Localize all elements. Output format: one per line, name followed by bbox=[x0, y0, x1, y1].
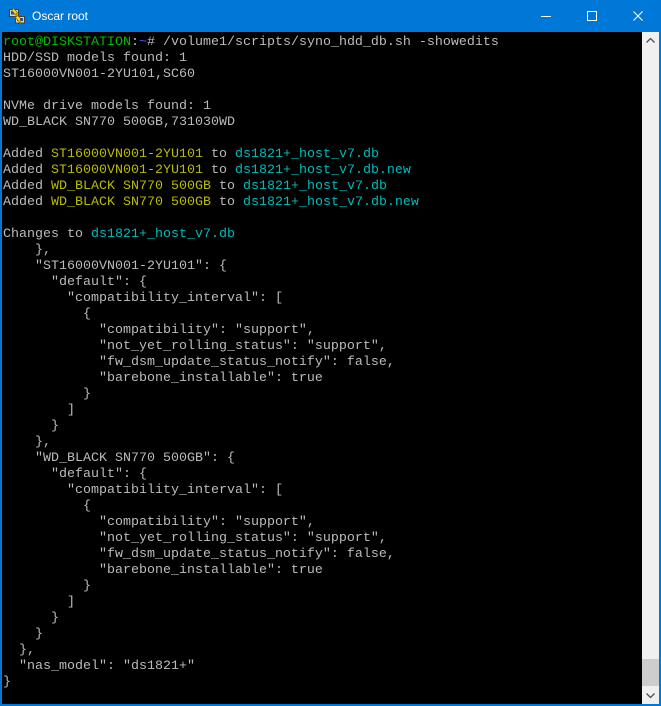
terminal-line: "barebone_installable": true bbox=[3, 563, 642, 579]
terminal-line: Changes to ds1821+_host_v7.db bbox=[3, 227, 642, 243]
terminal-line: "barebone_installable": true bbox=[3, 371, 642, 387]
terminal-line: { bbox=[3, 307, 642, 323]
terminal-output[interactable]: root@DISKSTATION:~# /volume1/scripts/syn… bbox=[2, 32, 642, 704]
maximize-icon bbox=[587, 11, 597, 21]
putty-window: Oscar root root@DISKSTATION:~# /volume1 bbox=[0, 0, 661, 706]
terminal-line: } bbox=[3, 579, 642, 595]
terminal-line: "compatibility": "support", bbox=[3, 323, 642, 339]
terminal-line: Added ST16000VN001-2YU101 to ds1821+_hos… bbox=[3, 147, 642, 163]
terminal-line: "fw_dsm_update_status_notify": false, bbox=[3, 355, 642, 371]
terminal-line: "not_yet_rolling_status": "support", bbox=[3, 339, 642, 355]
minimize-button[interactable] bbox=[523, 0, 569, 32]
close-button[interactable] bbox=[615, 0, 661, 32]
terminal-line: NVMe drive models found: 1 bbox=[3, 99, 642, 115]
maximize-button[interactable] bbox=[569, 0, 615, 32]
putty-app-icon bbox=[9, 8, 25, 24]
terminal-line: root@DISKSTATION:~# /volume1/scripts/syn… bbox=[3, 35, 642, 51]
scrollbar[interactable] bbox=[642, 32, 659, 704]
terminal-line: "ST16000VN001-2YU101": { bbox=[3, 259, 642, 275]
terminal-line: }, bbox=[3, 243, 642, 259]
terminal-line: }, bbox=[3, 643, 642, 659]
terminal-line: "fw_dsm_update_status_notify": false, bbox=[3, 547, 642, 563]
scrollbar-thumb[interactable] bbox=[642, 659, 659, 686]
terminal-line bbox=[3, 211, 642, 227]
terminal-line: "WD_BLACK SN770 500GB": { bbox=[3, 451, 642, 467]
titlebar[interactable]: Oscar root bbox=[0, 0, 661, 32]
terminal-line: "nas_model": "ds1821+" bbox=[3, 659, 642, 675]
terminal-line: "not_yet_rolling_status": "support", bbox=[3, 531, 642, 547]
terminal-line: "default": { bbox=[3, 467, 642, 483]
terminal-line: "compatibility_interval": [ bbox=[3, 291, 642, 307]
close-icon bbox=[633, 11, 643, 21]
terminal-line: ] bbox=[3, 595, 642, 611]
terminal-line: { bbox=[3, 499, 642, 515]
scroll-up-button[interactable] bbox=[642, 32, 659, 49]
minimize-icon bbox=[541, 11, 551, 21]
terminal-line bbox=[3, 83, 642, 99]
window-controls bbox=[523, 0, 661, 32]
terminal-line: } bbox=[3, 675, 642, 691]
terminal-line: } bbox=[3, 627, 642, 643]
terminal-line: ] bbox=[3, 403, 642, 419]
terminal-line: } bbox=[3, 419, 642, 435]
terminal-line: Added ST16000VN001-2YU101 to ds1821+_hos… bbox=[3, 163, 642, 179]
chevron-up-icon bbox=[646, 38, 655, 43]
terminal-line bbox=[3, 131, 642, 147]
terminal-line: } bbox=[3, 611, 642, 627]
terminal-line: "compatibility_interval": [ bbox=[3, 483, 642, 499]
terminal-line: ST16000VN001-2YU101,SC60 bbox=[3, 67, 642, 83]
terminal-line: } bbox=[3, 387, 642, 403]
terminal-line: WD_BLACK SN770 500GB,731030WD bbox=[3, 115, 642, 131]
terminal-line: "default": { bbox=[3, 275, 642, 291]
chevron-down-icon bbox=[646, 693, 655, 698]
terminal-line: Added WD_BLACK SN770 500GB to ds1821+_ho… bbox=[3, 195, 642, 211]
terminal-line: }, bbox=[3, 435, 642, 451]
window-body: root@DISKSTATION:~# /volume1/scripts/syn… bbox=[0, 32, 661, 706]
terminal-line: "compatibility": "support", bbox=[3, 515, 642, 531]
terminal-line: HDD/SSD models found: 1 bbox=[3, 51, 642, 67]
window-title: Oscar root bbox=[32, 9, 523, 23]
terminal-line: Added WD_BLACK SN770 500GB to ds1821+_ho… bbox=[3, 179, 642, 195]
scrollbar-track[interactable] bbox=[642, 49, 659, 687]
scroll-down-button[interactable] bbox=[642, 687, 659, 704]
